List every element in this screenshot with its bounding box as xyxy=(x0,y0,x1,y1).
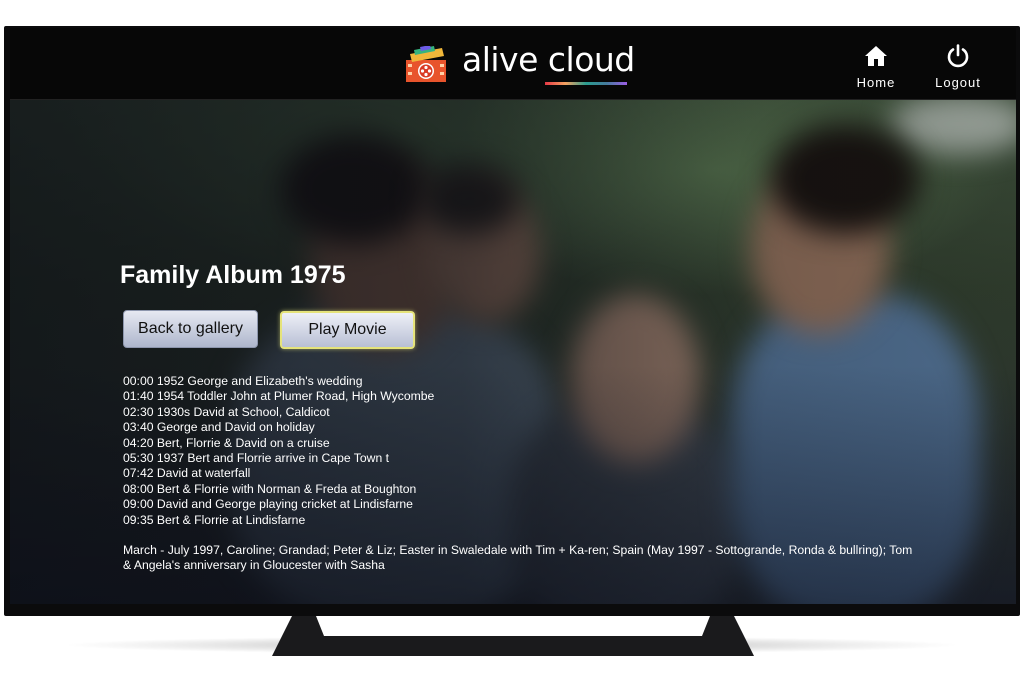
album-notes: March - July 1997, Caroline; Grandad; Pe… xyxy=(123,543,913,573)
play-movie-button[interactable]: Play Movie xyxy=(280,311,415,349)
chapter-item[interactable]: 08:00 Bert & Florrie with Norman & Freda… xyxy=(123,482,723,497)
brand-logo[interactable]: alive cloud xyxy=(404,40,644,90)
top-navigation-bar: alive cloud Home Logout xyxy=(10,28,1016,100)
chapter-item[interactable]: 00:00 1952 George and Elizabeth's weddin… xyxy=(123,374,723,389)
film-reel-logo-icon xyxy=(406,46,446,82)
album-title: Family Album 1975 xyxy=(120,261,346,289)
chapter-list: 00:00 1952 George and Elizabeth's weddin… xyxy=(123,374,723,528)
chapter-item[interactable]: 09:00 David and George playing cricket a… xyxy=(123,497,723,512)
chapter-item[interactable]: 05:30 1937 Bert and Florrie arrive in Ca… xyxy=(123,451,723,466)
brand-underline xyxy=(545,82,627,85)
brand-name: alive cloud xyxy=(462,40,635,79)
chapter-item[interactable]: 07:42 David at waterfall xyxy=(123,466,723,481)
chapter-item[interactable]: 02:30 1930s David at School, Caldicot xyxy=(123,405,723,420)
tv-stand xyxy=(272,616,754,656)
home-icon xyxy=(865,46,887,66)
logout-button[interactable]: Logout xyxy=(930,44,986,90)
back-to-gallery-button[interactable]: Back to gallery xyxy=(123,310,258,348)
power-icon xyxy=(947,44,969,68)
home-label: Home xyxy=(856,75,896,90)
chapter-item[interactable]: 03:40 George and David on holiday xyxy=(123,420,723,435)
home-button[interactable]: Home xyxy=(848,44,904,90)
chapter-item[interactable]: 09:35 Bert & Florrie at Lindisfarne xyxy=(123,513,723,528)
logout-label: Logout xyxy=(935,75,981,90)
chapter-item[interactable]: 04:20 Bert, Florrie & David on a cruise xyxy=(123,436,723,451)
chapter-item[interactable]: 01:40 1954 Toddler John at Plumer Road, … xyxy=(123,389,723,404)
